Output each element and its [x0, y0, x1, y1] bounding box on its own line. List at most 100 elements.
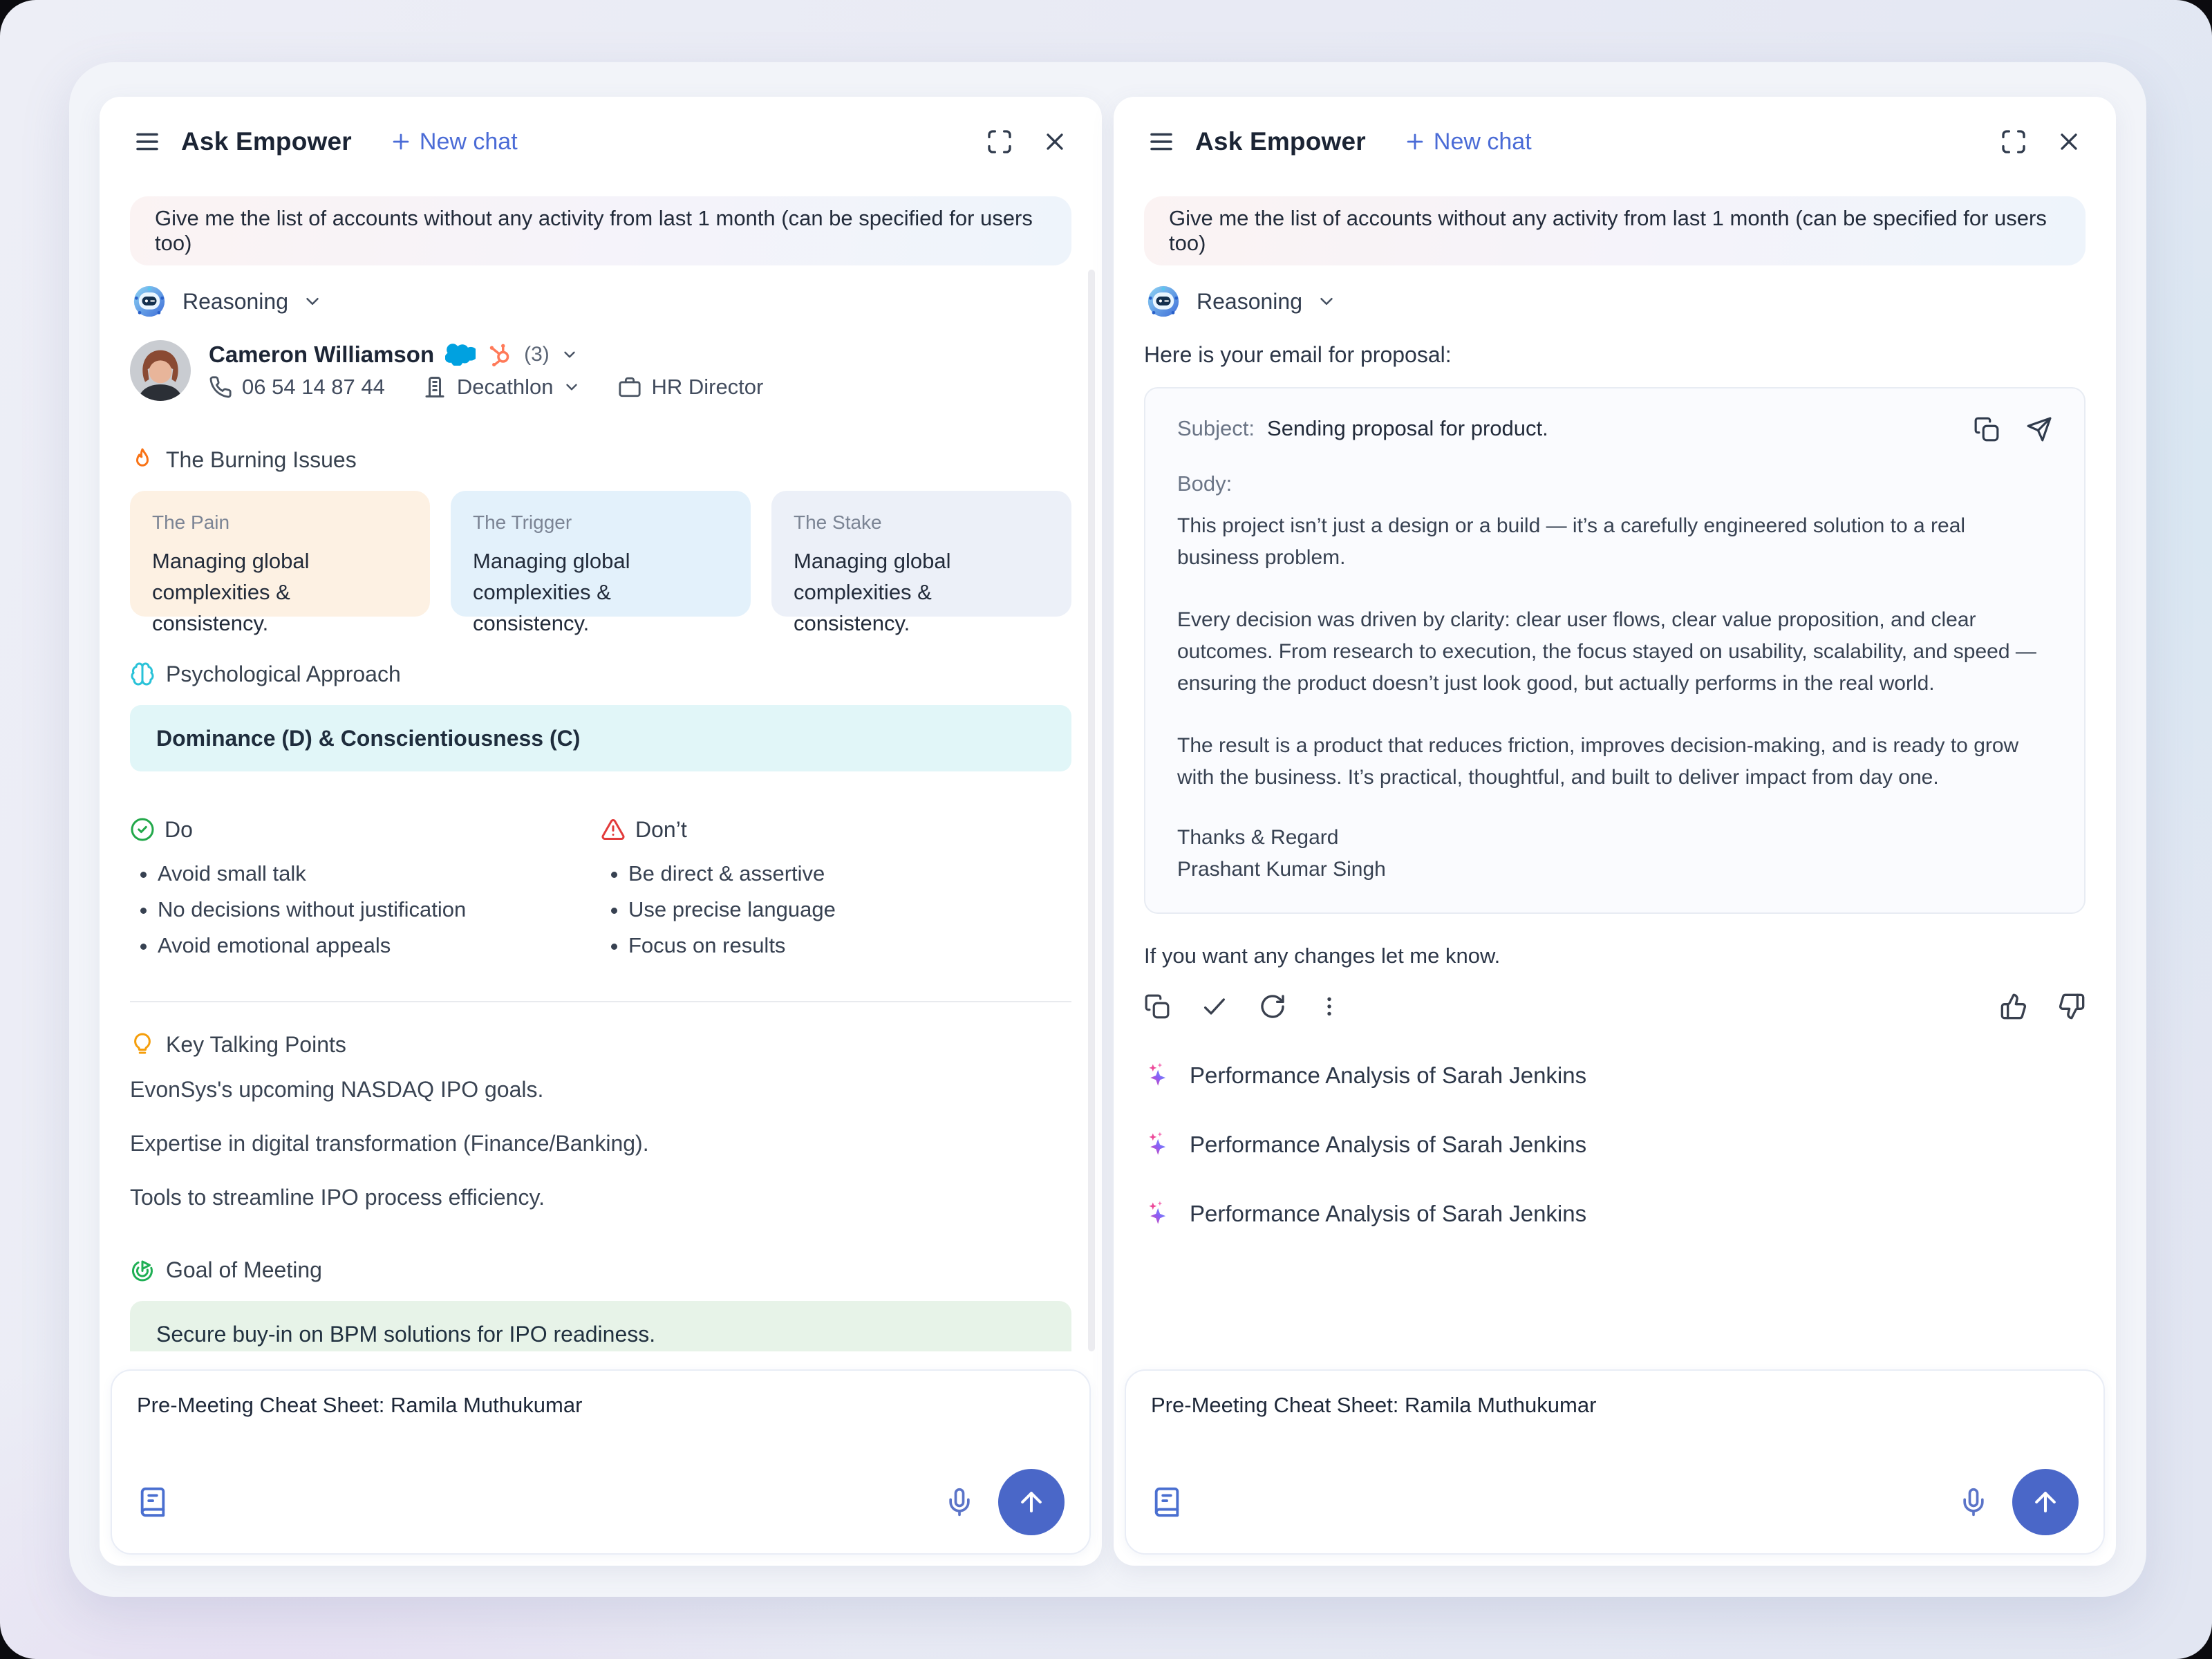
- suggestion-item[interactable]: Performance Analysis of Sarah Jenkins: [1144, 1130, 2086, 1160]
- assistant-robot-icon: [1144, 282, 1183, 321]
- goal-target-icon: [130, 1257, 155, 1282]
- template-book-icon[interactable]: [137, 1486, 169, 1518]
- burning-issue-cards: The Pain Managing global complexities & …: [130, 491, 1071, 617]
- composer-input[interactable]: Pre-Meeting Cheat Sheet: Ramila Muthukum…: [1151, 1393, 2079, 1418]
- check-icon[interactable]: [1201, 993, 1228, 1020]
- flame-icon: [130, 447, 155, 472]
- composer-input[interactable]: Pre-Meeting Cheat Sheet: Ramila Muthukum…: [137, 1393, 1065, 1418]
- crm-record-count[interactable]: (3): [524, 343, 550, 366]
- stake-card-text: Managing global complexities & consisten…: [794, 546, 1049, 639]
- talking-point: Tools to streamline IPO process efficien…: [130, 1183, 1071, 1211]
- pain-card-text: Managing global complexities & consisten…: [152, 546, 408, 639]
- do-item: No decisions without justification: [158, 892, 601, 928]
- new-chat-label: New chat: [420, 129, 518, 156]
- assistant-robot-icon: [130, 282, 169, 321]
- thumbs-up-icon[interactable]: [2000, 993, 2027, 1020]
- send-button[interactable]: [2012, 1469, 2079, 1535]
- dont-label: Don’t: [635, 817, 687, 843]
- right-panel-header: Ask Empower New chat: [1114, 97, 2116, 156]
- contact-company[interactable]: Decathlon: [457, 375, 554, 400]
- right-composer[interactable]: Pre-Meeting Cheat Sheet: Ramila Muthukum…: [1125, 1369, 2105, 1555]
- menu-icon[interactable]: [133, 127, 162, 156]
- user-message-text: Give me the list of accounts without any…: [1169, 206, 2061, 256]
- copy-icon[interactable]: [1144, 993, 1170, 1020]
- right-chat-scroll-area[interactable]: Give me the list of accounts without any…: [1114, 156, 2116, 1351]
- more-options-icon[interactable]: [1317, 994, 1342, 1019]
- suggestion-item[interactable]: Performance Analysis of Sarah Jenkins: [1144, 1060, 2086, 1091]
- company-icon: [422, 375, 447, 400]
- menu-icon[interactable]: [1147, 127, 1176, 156]
- suggestion-label: Performance Analysis of Sarah Jenkins: [1190, 1201, 1586, 1227]
- trigger-card-text: Managing global complexities & consisten…: [473, 546, 729, 639]
- burning-issues-title: The Burning Issues: [130, 445, 1071, 474]
- left-chat-panel: Ask Empower New chat: [100, 97, 1102, 1566]
- right-chat-panel: Ask Empower New chat: [1114, 97, 2116, 1566]
- new-chat-button[interactable]: New chat: [389, 129, 518, 156]
- expand-icon[interactable]: [2000, 128, 2027, 156]
- email-paragraph: This project isn’t just a design or a bu…: [1177, 510, 2052, 574]
- contact-phone: 06 54 14 87 44: [242, 375, 385, 400]
- chevron-down-icon[interactable]: [563, 378, 581, 396]
- thumbs-down-icon[interactable]: [2058, 993, 2086, 1020]
- microphone-icon[interactable]: [1958, 1487, 1989, 1517]
- dont-list: Be direct & assertive Use precise langua…: [601, 856, 1071, 964]
- microphone-icon[interactable]: [944, 1487, 975, 1517]
- pain-card: The Pain Managing global complexities & …: [130, 491, 430, 617]
- template-book-icon[interactable]: [1151, 1486, 1183, 1518]
- do-item: Avoid emotional appeals: [158, 928, 601, 964]
- do-dont-section: Do Avoid small talk No decisions without…: [130, 814, 1071, 964]
- subject-label: Subject:: [1177, 416, 1255, 441]
- do-column: Do Avoid small talk No decisions without…: [130, 814, 601, 964]
- left-panel-header: Ask Empower New chat: [100, 97, 1102, 156]
- dont-item: Focus on results: [628, 928, 1071, 964]
- talking-points-title: Key Talking Points: [130, 1030, 1071, 1059]
- new-chat-button[interactable]: New chat: [1403, 129, 1532, 156]
- subject-value: Sending proposal for product.: [1267, 416, 1548, 441]
- psych-approach-label: Psychological Approach: [166, 662, 401, 687]
- close-icon[interactable]: [1041, 128, 1069, 156]
- pain-card-label: The Pain: [152, 512, 408, 534]
- suggestion-label: Performance Analysis of Sarah Jenkins: [1190, 1062, 1586, 1089]
- reasoning-label: Reasoning: [182, 289, 288, 315]
- suggestion-label: Performance Analysis of Sarah Jenkins: [1190, 1132, 1586, 1158]
- regenerate-icon[interactable]: [1259, 993, 1286, 1020]
- left-panel-scrollbar[interactable]: [1088, 270, 1095, 1351]
- contact-avatar: [130, 340, 191, 401]
- dont-column: Don’t Be direct & assertive Use precise …: [601, 814, 1071, 964]
- contact-role: HR Director: [651, 375, 763, 400]
- hubspot-icon[interactable]: [487, 341, 513, 368]
- close-icon[interactable]: [2055, 128, 2083, 156]
- send-email-icon[interactable]: [2026, 416, 2052, 442]
- reasoning-toggle[interactable]: Reasoning: [1144, 282, 2086, 321]
- expand-icon[interactable]: [986, 128, 1013, 156]
- user-message-text: Give me the list of accounts without any…: [155, 206, 1047, 256]
- contact-name: Cameron Williamson: [209, 341, 434, 368]
- contact-card: Cameron Williamson (3): [130, 336, 1071, 405]
- psych-approach-value-box: Dominance (D) & Conscientiousness (C): [130, 705, 1071, 771]
- sparkles-icon: [1144, 1130, 1174, 1160]
- user-message-bubble: Give me the list of accounts without any…: [130, 196, 1071, 265]
- email-signature: Prashant Kumar Singh: [1177, 856, 2052, 883]
- email-paragraph: Every decision was driven by clarity: cl…: [1177, 604, 2052, 700]
- left-chat-scroll-area[interactable]: Give me the list of accounts without any…: [100, 156, 1102, 1351]
- email-paragraph: The result is a product that reduces fri…: [1177, 730, 2052, 794]
- briefcase-icon: [618, 375, 641, 399]
- email-outro-text: If you want any changes let me know.: [1144, 941, 2086, 971]
- send-button[interactable]: [998, 1469, 1065, 1535]
- section-divider: [130, 1001, 1071, 1002]
- plus-icon: [1403, 130, 1427, 153]
- talking-points-label: Key Talking Points: [166, 1032, 346, 1058]
- warning-triangle-icon: [601, 817, 626, 842]
- dont-item: Be direct & assertive: [628, 856, 1071, 892]
- left-composer[interactable]: Pre-Meeting Cheat Sheet: Ramila Muthukum…: [111, 1369, 1091, 1555]
- message-actions: [1144, 991, 2086, 1022]
- reasoning-toggle[interactable]: Reasoning: [130, 282, 1071, 321]
- suggestion-item[interactable]: Performance Analysis of Sarah Jenkins: [1144, 1199, 2086, 1229]
- sparkles-icon: [1144, 1060, 1174, 1091]
- check-circle-icon: [130, 817, 155, 842]
- copy-icon[interactable]: [1974, 416, 2000, 442]
- reasoning-label: Reasoning: [1197, 289, 1302, 315]
- salesforce-icon[interactable]: [445, 344, 476, 366]
- new-chat-label: New chat: [1434, 129, 1532, 156]
- chevron-down-icon[interactable]: [561, 346, 579, 364]
